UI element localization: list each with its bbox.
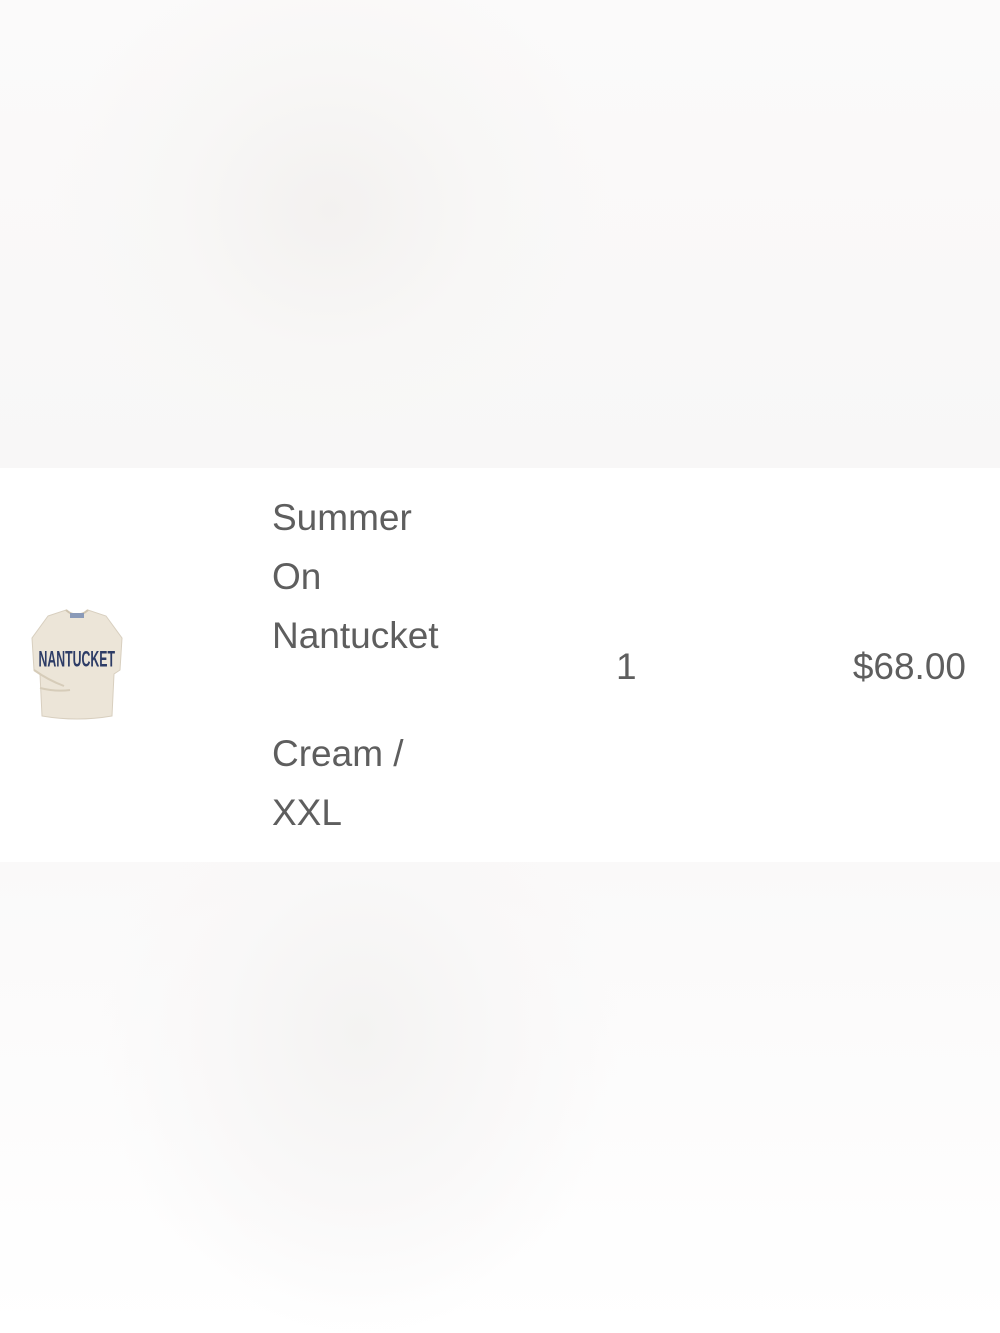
blurred-background-top [0, 0, 1000, 468]
thumbnail-print-text: NANTUCKET [38, 647, 115, 672]
product-title[interactable]: Summer On Nantucket [272, 488, 492, 665]
blurred-background-bottom [0, 862, 1000, 1333]
order-summary-page: NANTUCKET Summer On Nantucket Cream / XX… [0, 0, 1000, 1333]
product-title-line-2: On [272, 556, 322, 597]
cart-line-item: NANTUCKET Summer On Nantucket Cream / XX… [0, 468, 1000, 862]
product-thumbnail[interactable]: NANTUCKET [30, 608, 124, 723]
product-variant-line-2: XXL [272, 792, 342, 833]
item-quantity: 1 [616, 646, 637, 687]
product-info: Summer On Nantucket Cream / XXL [272, 488, 492, 842]
product-variant-line-1: Cream / [272, 733, 404, 774]
sweatshirt-icon: NANTUCKET [31, 609, 123, 720]
product-title-line-1: Summer [272, 497, 412, 538]
product-variant: Cream / XXL [272, 724, 492, 842]
item-price: $68.00 [852, 646, 966, 687]
product-title-line-3: Nantucket [272, 615, 439, 656]
